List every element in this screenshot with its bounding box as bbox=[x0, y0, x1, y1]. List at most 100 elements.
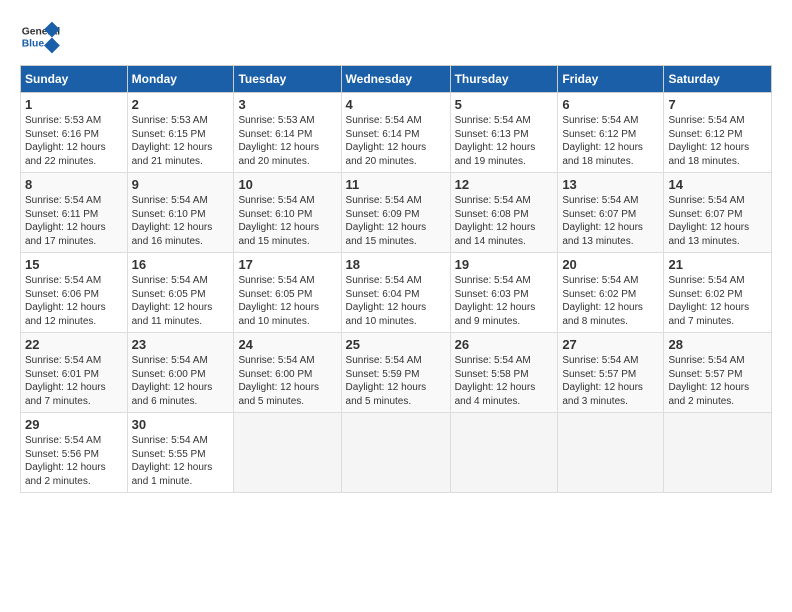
day-info: Sunrise: 5:54 AM Sunset: 6:03 PM Dayligh… bbox=[455, 274, 554, 328]
calendar-cell: 4Sunrise: 5:54 AM Sunset: 6:14 PM Daylig… bbox=[341, 93, 450, 173]
col-header-monday: Monday bbox=[127, 66, 234, 93]
day-number: 20 bbox=[562, 257, 659, 272]
day-number: 11 bbox=[346, 177, 446, 192]
day-number: 26 bbox=[455, 337, 554, 352]
day-info: Sunrise: 5:54 AM Sunset: 6:07 PM Dayligh… bbox=[668, 194, 767, 248]
calendar-week-5: 29 Sunrise: 5:54 AM Sunset: 5:56 PM Dayli… bbox=[21, 413, 772, 493]
calendar-week-2: 8 Sunrise: 5:54 AM Sunset: 6:11 PM Daylig… bbox=[21, 173, 772, 253]
day-number: 3 bbox=[238, 97, 336, 112]
calendar-cell: 25 Sunrise: 5:54 AM Sunset: 5:59 PM Dayli… bbox=[341, 333, 450, 413]
calendar-cell: 20Sunrise: 5:54 AM Sunset: 6:02 PM Dayli… bbox=[558, 253, 664, 333]
calendar-header-row: SundayMondayTuesdayWednesdayThursdayFrid… bbox=[21, 66, 772, 93]
logo: General Blue bbox=[20, 20, 64, 55]
calendar-week-3: 15 Sunrise: 5:54 AM Sunset: 6:06 PM Dayli… bbox=[21, 253, 772, 333]
col-header-wednesday: Wednesday bbox=[341, 66, 450, 93]
day-info: Sunrise: 5:54 AM Sunset: 6:11 PM Dayligh… bbox=[25, 194, 123, 248]
day-number: 8 bbox=[25, 177, 123, 192]
day-info: Sunrise: 5:54 AM Sunset: 6:13 PM Dayligh… bbox=[455, 114, 554, 168]
day-info: Sunrise: 5:54 AM Sunset: 6:04 PM Dayligh… bbox=[346, 274, 446, 328]
col-header-thursday: Thursday bbox=[450, 66, 558, 93]
day-info: Sunrise: 5:54 AM Sunset: 5:56 PM Dayligh… bbox=[25, 434, 123, 488]
day-info: Sunrise: 5:54 AM Sunset: 6:12 PM Dayligh… bbox=[562, 114, 659, 168]
day-info: Sunrise: 5:53 AM Sunset: 6:15 PM Dayligh… bbox=[132, 114, 230, 168]
day-info: Sunrise: 5:53 AM Sunset: 6:14 PM Dayligh… bbox=[238, 114, 336, 168]
calendar-cell bbox=[664, 413, 772, 493]
calendar-cell: 5 Sunrise: 5:54 AM Sunset: 6:13 PM Daylig… bbox=[450, 93, 558, 173]
svg-text:Blue: Blue bbox=[22, 38, 45, 49]
day-info: Sunrise: 5:54 AM Sunset: 6:12 PM Dayligh… bbox=[668, 114, 767, 168]
day-number: 2 bbox=[132, 97, 230, 112]
calendar-cell: 23 Sunrise: 5:54 AM Sunset: 6:00 PM Dayli… bbox=[127, 333, 234, 413]
day-number: 21 bbox=[668, 257, 767, 272]
calendar-cell: 9 Sunrise: 5:54 AM Sunset: 6:10 PM Daylig… bbox=[127, 173, 234, 253]
day-info: Sunrise: 5:54 AM Sunset: 5:57 PM Dayligh… bbox=[562, 354, 659, 408]
calendar-cell bbox=[234, 413, 341, 493]
calendar-cell: 2 Sunrise: 5:53 AM Sunset: 6:15 PM Daylig… bbox=[127, 93, 234, 173]
day-number: 13 bbox=[562, 177, 659, 192]
day-number: 24 bbox=[238, 337, 336, 352]
day-number: 1 bbox=[25, 97, 123, 112]
day-number: 15 bbox=[25, 257, 123, 272]
col-header-tuesday: Tuesday bbox=[234, 66, 341, 93]
day-info: Sunrise: 5:54 AM Sunset: 5:57 PM Dayligh… bbox=[668, 354, 767, 408]
calendar-week-4: 22Sunrise: 5:54 AM Sunset: 6:01 PM Dayli… bbox=[21, 333, 772, 413]
day-number: 25 bbox=[346, 337, 446, 352]
day-info: Sunrise: 5:54 AM Sunset: 6:07 PM Dayligh… bbox=[562, 194, 659, 248]
calendar-cell: 6 Sunrise: 5:54 AM Sunset: 6:12 PM Daylig… bbox=[558, 93, 664, 173]
day-number: 9 bbox=[132, 177, 230, 192]
day-info: Sunrise: 5:54 AM Sunset: 6:09 PM Dayligh… bbox=[346, 194, 446, 248]
day-info: Sunrise: 5:54 AM Sunset: 6:02 PM Dayligh… bbox=[668, 274, 767, 328]
calendar-cell: 8 Sunrise: 5:54 AM Sunset: 6:11 PM Daylig… bbox=[21, 173, 128, 253]
day-number: 23 bbox=[132, 337, 230, 352]
day-info: Sunrise: 5:53 AM Sunset: 6:16 PM Dayligh… bbox=[25, 114, 123, 168]
day-info: Sunrise: 5:54 AM Sunset: 6:00 PM Dayligh… bbox=[132, 354, 230, 408]
calendar-cell: 18Sunrise: 5:54 AM Sunset: 6:04 PM Dayli… bbox=[341, 253, 450, 333]
day-info: Sunrise: 5:54 AM Sunset: 6:14 PM Dayligh… bbox=[346, 114, 446, 168]
page-header: General Blue bbox=[20, 20, 772, 55]
day-number: 7 bbox=[668, 97, 767, 112]
calendar-week-1: 1 Sunrise: 5:53 AM Sunset: 6:16 PM Daylig… bbox=[21, 93, 772, 173]
day-info: Sunrise: 5:54 AM Sunset: 5:59 PM Dayligh… bbox=[346, 354, 446, 408]
day-info: Sunrise: 5:54 AM Sunset: 6:08 PM Dayligh… bbox=[455, 194, 554, 248]
day-number: 12 bbox=[455, 177, 554, 192]
day-info: Sunrise: 5:54 AM Sunset: 5:58 PM Dayligh… bbox=[455, 354, 554, 408]
day-number: 30 bbox=[132, 417, 230, 432]
calendar-cell: 19Sunrise: 5:54 AM Sunset: 6:03 PM Dayli… bbox=[450, 253, 558, 333]
calendar-cell bbox=[341, 413, 450, 493]
day-number: 14 bbox=[668, 177, 767, 192]
day-info: Sunrise: 5:54 AM Sunset: 6:10 PM Dayligh… bbox=[132, 194, 230, 248]
day-number: 16 bbox=[132, 257, 230, 272]
calendar-cell: 17 Sunrise: 5:54 AM Sunset: 6:05 PM Dayli… bbox=[234, 253, 341, 333]
day-number: 17 bbox=[238, 257, 336, 272]
calendar-cell bbox=[558, 413, 664, 493]
calendar-cell: 15 Sunrise: 5:54 AM Sunset: 6:06 PM Dayli… bbox=[21, 253, 128, 333]
day-number: 29 bbox=[25, 417, 123, 432]
col-header-friday: Friday bbox=[558, 66, 664, 93]
calendar-table: SundayMondayTuesdayWednesdayThursdayFrid… bbox=[20, 65, 772, 493]
calendar-cell: 26 Sunrise: 5:54 AM Sunset: 5:58 PM Dayli… bbox=[450, 333, 558, 413]
calendar-cell: 24 Sunrise: 5:54 AM Sunset: 6:00 PM Dayli… bbox=[234, 333, 341, 413]
day-number: 28 bbox=[668, 337, 767, 352]
calendar-cell: 28 Sunrise: 5:54 AM Sunset: 5:57 PM Dayli… bbox=[664, 333, 772, 413]
calendar-cell: 3 Sunrise: 5:53 AM Sunset: 6:14 PM Daylig… bbox=[234, 93, 341, 173]
calendar-cell: 11 Sunrise: 5:54 AM Sunset: 6:09 PM Dayli… bbox=[341, 173, 450, 253]
calendar-cell: 29 Sunrise: 5:54 AM Sunset: 5:56 PM Dayli… bbox=[21, 413, 128, 493]
calendar-cell: 30 Sunrise: 5:54 AM Sunset: 5:55 PM Dayli… bbox=[127, 413, 234, 493]
day-info: Sunrise: 5:54 AM Sunset: 6:06 PM Dayligh… bbox=[25, 274, 123, 328]
col-header-sunday: Sunday bbox=[21, 66, 128, 93]
calendar-cell: 12 Sunrise: 5:54 AM Sunset: 6:08 PM Dayli… bbox=[450, 173, 558, 253]
day-number: 6 bbox=[562, 97, 659, 112]
calendar-cell: 21 Sunrise: 5:54 AM Sunset: 6:02 PM Dayli… bbox=[664, 253, 772, 333]
calendar-cell: 1 Sunrise: 5:53 AM Sunset: 6:16 PM Daylig… bbox=[21, 93, 128, 173]
day-info: Sunrise: 5:54 AM Sunset: 6:10 PM Dayligh… bbox=[238, 194, 336, 248]
calendar-cell: 7 Sunrise: 5:54 AM Sunset: 6:12 PM Daylig… bbox=[664, 93, 772, 173]
day-info: Sunrise: 5:54 AM Sunset: 6:05 PM Dayligh… bbox=[238, 274, 336, 328]
day-number: 5 bbox=[455, 97, 554, 112]
calendar-cell: 10 Sunrise: 5:54 AM Sunset: 6:10 PM Dayli… bbox=[234, 173, 341, 253]
day-info: Sunrise: 5:54 AM Sunset: 5:55 PM Dayligh… bbox=[132, 434, 230, 488]
day-info: Sunrise: 5:54 AM Sunset: 6:01 PM Dayligh… bbox=[25, 354, 123, 408]
day-number: 10 bbox=[238, 177, 336, 192]
day-info: Sunrise: 5:54 AM Sunset: 6:00 PM Dayligh… bbox=[238, 354, 336, 408]
calendar-cell: 13 Sunrise: 5:54 AM Sunset: 6:07 PM Dayli… bbox=[558, 173, 664, 253]
calendar-cell: 14 Sunrise: 5:54 AM Sunset: 6:07 PM Dayli… bbox=[664, 173, 772, 253]
